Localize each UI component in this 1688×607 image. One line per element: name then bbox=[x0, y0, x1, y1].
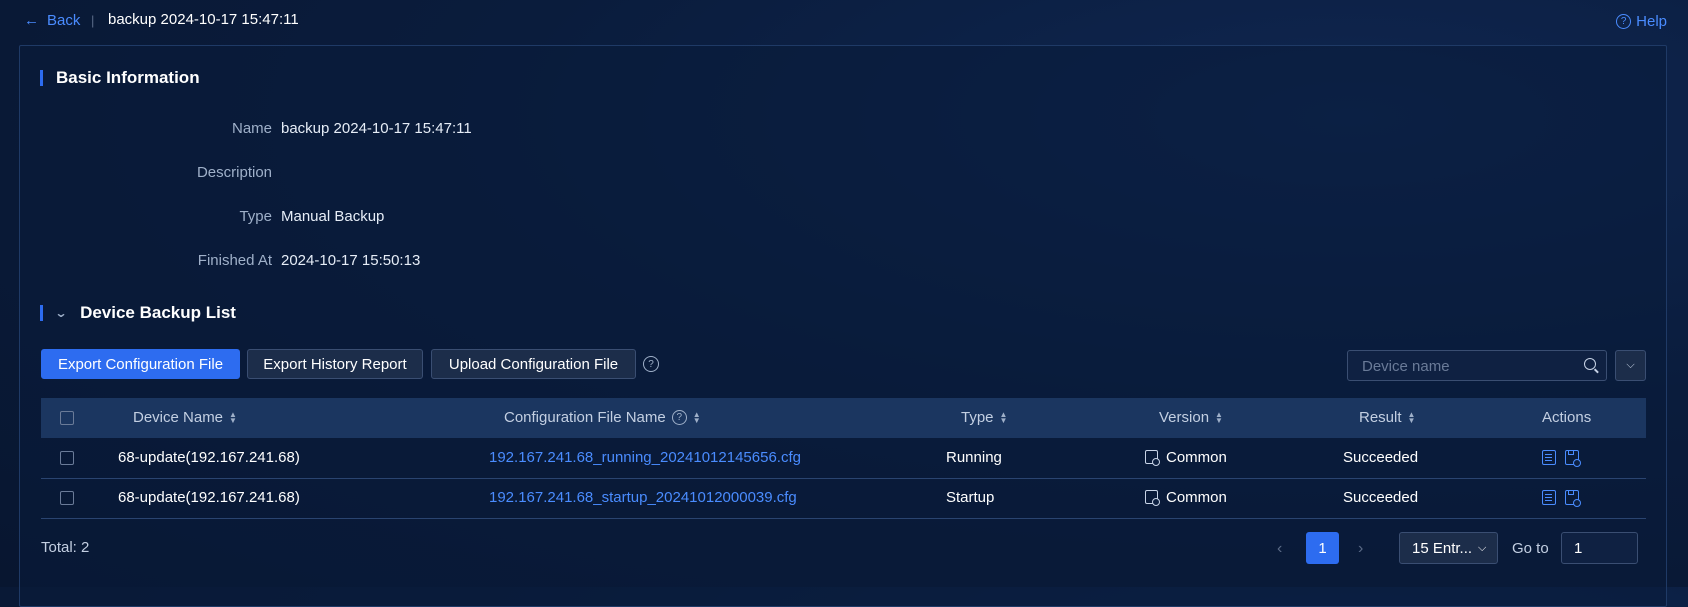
arrow-left-icon: ← bbox=[24, 12, 39, 29]
info-label: Type bbox=[239, 208, 272, 225]
column-config-file-name[interactable]: Configuration File Name ? ▲ ▼ bbox=[504, 409, 701, 426]
column-label: Result bbox=[1359, 409, 1402, 426]
version-label: Common bbox=[1166, 449, 1227, 466]
chevron-right-icon[interactable]: › bbox=[1358, 540, 1363, 558]
table-row: 68-update(192.167.241.68) 192.167.241.68… bbox=[41, 438, 1646, 479]
column-actions: Actions bbox=[1542, 409, 1591, 426]
device-search-box bbox=[1347, 350, 1607, 382]
goto-label: Go to bbox=[1512, 540, 1549, 557]
sort-icon: ▲ ▼ bbox=[229, 409, 237, 425]
table-row: 68-update(192.167.241.68) 192.167.241.68… bbox=[41, 478, 1646, 519]
sort-icon: ▲ ▼ bbox=[1215, 409, 1223, 425]
row-checkbox[interactable] bbox=[60, 491, 74, 505]
column-label: Version bbox=[1159, 409, 1210, 426]
info-label: Description bbox=[196, 164, 272, 181]
export-history-button[interactable]: Export History Report bbox=[247, 349, 423, 379]
page-title: backup 2024-10-17 15:47:11 bbox=[108, 11, 299, 28]
view-detail-icon[interactable] bbox=[1542, 450, 1556, 465]
column-label: Configuration File Name bbox=[504, 409, 666, 426]
info-value: backup 2024-10-17 15:47:11 bbox=[281, 120, 472, 137]
column-label: Type bbox=[961, 409, 994, 426]
chevron-down-icon: ⌵ bbox=[1626, 359, 1635, 371]
help-icon: ? bbox=[1616, 14, 1632, 29]
info-label: Finished At bbox=[197, 252, 272, 269]
export-configuration-button[interactable]: Export Configuration File bbox=[41, 349, 240, 379]
help-link[interactable]: ? Help bbox=[1616, 13, 1667, 30]
top-bar: ← Back | backup 2024-10-17 15:47:11 ? He… bbox=[0, 0, 1688, 44]
config-version-icon bbox=[1145, 490, 1160, 506]
chevron-down-icon: ⌵ bbox=[1478, 541, 1487, 554]
info-row-description: Description bbox=[0, 164, 700, 186]
section-marker bbox=[40, 305, 43, 321]
device-list-title: Device Backup List bbox=[80, 303, 236, 322]
type-cell: Running bbox=[946, 449, 1002, 466]
goto-page-input[interactable] bbox=[1561, 532, 1638, 564]
device-name-cell: 68-update(192.167.241.68) bbox=[118, 489, 300, 506]
info-label: Name bbox=[231, 120, 272, 137]
sort-icon: ▲ ▼ bbox=[999, 409, 1008, 425]
config-file-link[interactable]: 192.167.241.68_running_20241012145656.cf… bbox=[489, 449, 801, 466]
type-cell: Startup bbox=[946, 489, 995, 506]
version-cell: Common bbox=[1145, 449, 1227, 466]
info-row-finished-at: Finished At 2024-10-17 15:50:13 bbox=[0, 252, 700, 274]
column-version[interactable]: Version ▲ ▼ bbox=[1159, 409, 1223, 426]
table-header: Device Name ▲ ▼ Configuration File Name ?… bbox=[41, 398, 1646, 438]
column-result[interactable]: Result ▲ ▼ bbox=[1359, 409, 1415, 426]
info-value: Manual Backup bbox=[281, 208, 385, 225]
view-detail-icon[interactable] bbox=[1542, 490, 1556, 505]
total-count: Total: 2 bbox=[41, 539, 90, 556]
version-label: Common bbox=[1166, 489, 1227, 506]
question-icon[interactable]: ? bbox=[671, 410, 687, 425]
row-checkbox[interactable] bbox=[60, 451, 74, 465]
page-1-button[interactable]: 1 bbox=[1306, 532, 1339, 564]
version-cell: Common bbox=[1145, 489, 1227, 506]
device-name-cell: 68-update(192.167.241.68) bbox=[118, 449, 300, 466]
device-list-header[interactable]: ⌄ Device Backup List bbox=[40, 303, 236, 323]
save-icon[interactable] bbox=[1565, 450, 1581, 467]
info-value: 2024-10-17 15:50:13 bbox=[281, 252, 421, 269]
save-icon[interactable] bbox=[1565, 490, 1581, 507]
back-label: Back bbox=[47, 12, 81, 29]
device-search-input[interactable] bbox=[1360, 351, 1584, 382]
sort-icon: ▲ ▼ bbox=[1407, 409, 1416, 425]
page-size-select[interactable]: 15 Entr... ⌵ bbox=[1399, 532, 1498, 564]
basic-info-header: Basic Information bbox=[40, 68, 200, 88]
result-cell: Succeeded bbox=[1343, 489, 1419, 506]
title-separator: | bbox=[91, 13, 95, 28]
sort-icon: ▲ ▼ bbox=[692, 409, 701, 425]
basic-info-title: Basic Information bbox=[56, 68, 200, 87]
column-label: Device Name bbox=[133, 409, 224, 426]
page-size-label: 15 Entr... bbox=[1412, 539, 1473, 557]
select-all-checkbox[interactable] bbox=[60, 411, 74, 425]
column-type[interactable]: Type ▲ ▼ bbox=[961, 409, 1007, 426]
chevron-down-icon[interactable]: ⌄ bbox=[54, 306, 67, 320]
chevron-left-icon[interactable]: ‹ bbox=[1277, 540, 1282, 558]
back-button[interactable]: ← Back bbox=[24, 12, 80, 29]
search-icon[interactable] bbox=[1584, 358, 1596, 370]
config-version-icon bbox=[1145, 450, 1160, 466]
help-label: Help bbox=[1636, 13, 1667, 30]
info-row-type: Type Manual Backup bbox=[0, 208, 700, 230]
upload-configuration-button[interactable]: Upload Configuration File bbox=[431, 349, 636, 379]
info-row-name: Name backup 2024-10-17 15:47:11 bbox=[0, 120, 700, 142]
config-file-link[interactable]: 192.167.241.68_startup_20241012000039.cf… bbox=[489, 489, 797, 506]
section-marker bbox=[40, 70, 43, 86]
column-label: Actions bbox=[1542, 409, 1592, 426]
filter-toggle-button[interactable]: ⌵ bbox=[1615, 350, 1646, 381]
column-device-name[interactable]: Device Name ▲ ▼ bbox=[133, 409, 237, 426]
question-icon[interactable]: ? bbox=[643, 356, 659, 372]
result-cell: Succeeded bbox=[1343, 449, 1419, 466]
